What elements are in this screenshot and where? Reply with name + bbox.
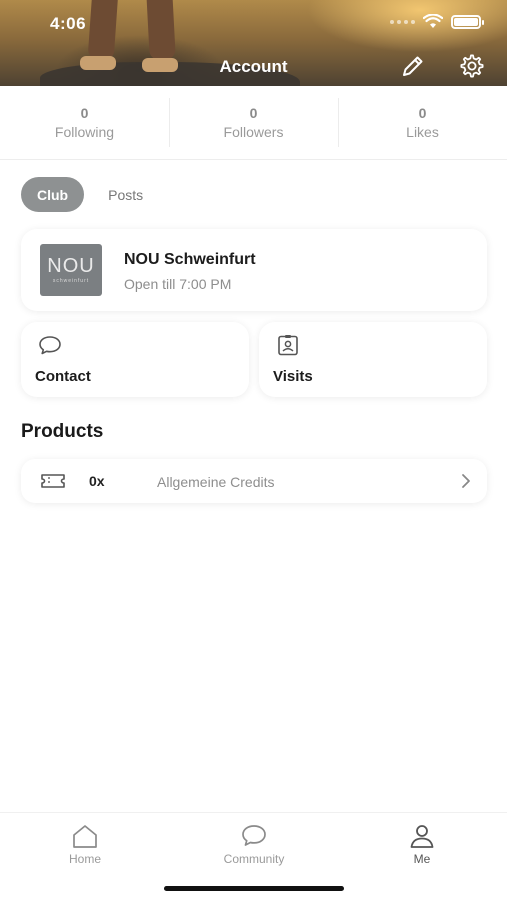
wifi-icon — [423, 14, 443, 28]
nav-community[interactable]: Community — [194, 823, 314, 866]
product-name: Allgemeine Credits — [157, 474, 275, 490]
gear-icon[interactable] — [458, 52, 486, 80]
club-logo-subtext: schweinfurt — [52, 278, 90, 284]
club-name: NOU Schweinfurt — [124, 251, 256, 268]
page-title: Account — [219, 57, 288, 76]
products-heading: Products — [21, 421, 104, 442]
nav-community-label: Community — [223, 852, 285, 866]
product-quantity: 0x — [89, 473, 105, 489]
nav-home[interactable]: Home — [25, 823, 145, 866]
stat-value: 0 — [80, 105, 89, 121]
tab-posts[interactable]: Posts — [92, 177, 159, 212]
chevron-right-icon — [462, 474, 470, 488]
signal-icon — [390, 19, 415, 24]
ticket-icon — [41, 474, 65, 488]
club-card[interactable]: NOU schweinfurt NOU Schweinfurt Open til… — [21, 229, 487, 311]
nav-home-label: Home — [68, 852, 101, 866]
stat-value: 0 — [418, 105, 427, 121]
stat-value: 0 — [249, 105, 258, 121]
club-logo-text: NOU — [47, 255, 95, 277]
contact-tile[interactable]: Contact — [21, 322, 249, 397]
stat-label: Following — [54, 124, 115, 140]
badge-icon — [278, 335, 298, 356]
stat-following[interactable]: 0 Following — [0, 86, 169, 159]
product-row[interactable]: 0x Allgemeine Credits — [21, 459, 487, 503]
stat-likes[interactable]: 0 Likes — [338, 86, 507, 159]
chat-bubble-icon — [39, 336, 61, 355]
club-hours: Open till 7:00 PM — [124, 276, 232, 292]
contact-label: Contact — [35, 368, 91, 385]
profile-stats: 0 Following 0 Followers 0 Likes — [0, 86, 507, 160]
tab-club[interactable]: Club — [21, 177, 85, 212]
header-photo-leg — [146, 0, 176, 61]
home-indicator[interactable] — [164, 886, 344, 891]
club-logo: NOU schweinfurt — [40, 244, 102, 296]
profile-header: 4:06 Account — [0, 0, 507, 86]
stat-label: Likes — [406, 124, 439, 140]
chat-bubble-icon — [242, 825, 266, 846]
visits-tile[interactable]: Visits — [259, 322, 487, 397]
pencil-icon[interactable] — [399, 52, 427, 80]
nav-me[interactable]: Me — [362, 823, 482, 866]
person-icon — [410, 825, 434, 848]
profile-tabs: Club Posts — [21, 177, 159, 212]
status-icons — [390, 14, 484, 29]
battery-icon — [451, 14, 484, 29]
status-time: 4:06 — [50, 14, 87, 33]
visits-label: Visits — [273, 368, 313, 385]
home-icon — [73, 825, 97, 848]
stat-label: Followers — [223, 124, 284, 140]
nav-me-label: Me — [413, 852, 431, 866]
header-photo-leg — [87, 0, 119, 61]
stat-followers[interactable]: 0 Followers — [169, 86, 338, 159]
